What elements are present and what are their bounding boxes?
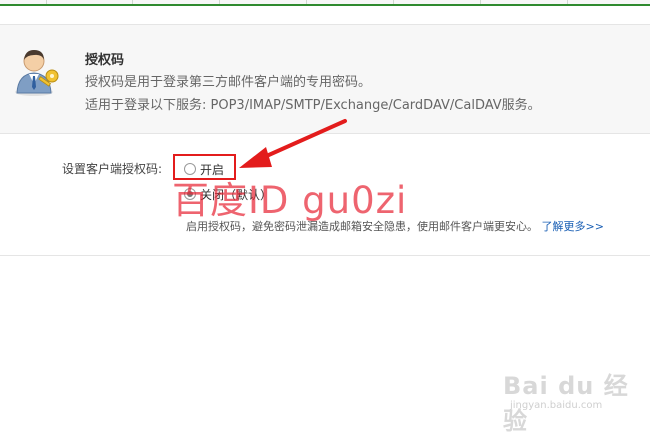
section-description: 授权码是用于登录第三方邮件客户端的专用密码。 <box>85 75 372 90</box>
section-title: 授权码 <box>85 53 125 68</box>
baidu-url: jingyan.baidu.com <box>510 400 603 411</box>
divider <box>0 255 650 256</box>
tab-underline <box>0 4 650 6</box>
user-key-icon <box>15 50 59 96</box>
learn-more-link[interactable]: 了解更多>> <box>542 220 604 233</box>
services-description: 适用于登录以下服务: POP3/IMAP/SMTP/Exchange/CardD… <box>85 98 541 113</box>
client-auth-code-label: 设置客户端授权码: <box>62 162 163 176</box>
watermark-text: 百度ID gu0zi <box>172 179 408 222</box>
divider <box>0 133 650 134</box>
top-tab-strip <box>0 0 650 6</box>
